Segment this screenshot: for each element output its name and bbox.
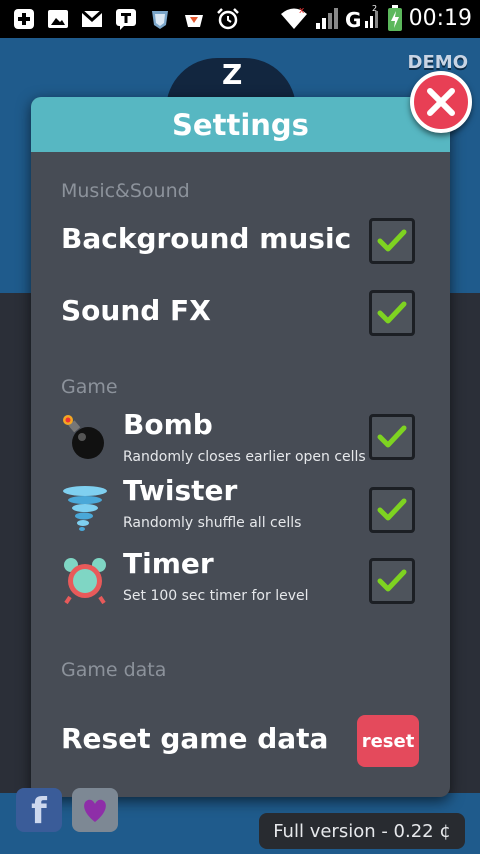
wifi-icon: x bbox=[280, 6, 307, 29]
twister-icon bbox=[63, 486, 107, 531]
alarm-clock-icon bbox=[64, 558, 106, 605]
mascot-sleep-letter: Z bbox=[222, 58, 243, 91]
sound-fx-checkbox[interactable] bbox=[369, 290, 415, 336]
bomb-checkbox[interactable] bbox=[369, 414, 415, 460]
bomb-title: Bomb bbox=[123, 408, 213, 441]
talk-icon bbox=[116, 9, 136, 30]
status-bar: x G2 00:19 bbox=[0, 0, 480, 38]
background-music-checkbox[interactable] bbox=[369, 218, 415, 264]
bomb-icon bbox=[63, 415, 104, 459]
gallery-icon bbox=[48, 10, 68, 28]
gmail-icon bbox=[80, 9, 104, 27]
signal-icon bbox=[315, 8, 338, 29]
section-music-sound: Music&Sound bbox=[61, 180, 190, 202]
signal-g-icon: G2 bbox=[345, 5, 378, 31]
twister-checkbox[interactable] bbox=[369, 487, 415, 533]
timer-checkbox[interactable] bbox=[369, 558, 415, 604]
dialog-title: Settings bbox=[172, 107, 309, 142]
sound-fx-label: Sound FX bbox=[61, 294, 211, 327]
svg-text:x: x bbox=[299, 6, 305, 16]
svg-text:G: G bbox=[345, 8, 361, 31]
notification-plus-icon bbox=[14, 9, 34, 29]
twister-description: Randomly shuffle all cells bbox=[123, 515, 302, 531]
bomb-description: Randomly closes earlier open cells bbox=[123, 449, 366, 465]
section-game: Game bbox=[61, 376, 118, 398]
game-icon bbox=[185, 15, 203, 27]
favorite-button[interactable] bbox=[72, 788, 118, 832]
heart-icon bbox=[84, 799, 106, 822]
status-right: x G2 00:19 bbox=[279, 4, 472, 32]
checkmark-icon bbox=[377, 498, 407, 521]
timer-title: Timer bbox=[123, 547, 214, 580]
background-music-label: Background music bbox=[61, 222, 352, 255]
close-button[interactable] bbox=[410, 71, 472, 133]
shield-icon bbox=[152, 11, 168, 29]
svg-text:2: 2 bbox=[372, 5, 377, 13]
checkmark-icon bbox=[377, 229, 407, 252]
notification-icons bbox=[12, 7, 240, 31]
section-game-data: Game data bbox=[61, 659, 167, 681]
checkmark-icon bbox=[377, 569, 407, 592]
battery-icon bbox=[387, 5, 402, 31]
reset-game-data-label: Reset game data bbox=[61, 722, 329, 755]
close-icon bbox=[427, 88, 455, 116]
facebook-button[interactable]: f bbox=[16, 788, 62, 832]
twister-title: Twister bbox=[123, 474, 238, 507]
clock-time: 00:19 bbox=[408, 5, 472, 31]
checkmark-icon bbox=[377, 301, 407, 324]
full-version-button[interactable]: Full version - 0.22 ¢ bbox=[259, 813, 465, 849]
timer-description: Set 100 sec timer for level bbox=[123, 588, 309, 604]
dialog-header: Settings bbox=[31, 97, 450, 152]
alarm-icon bbox=[217, 8, 239, 30]
facebook-icon: f bbox=[31, 791, 47, 832]
reset-button[interactable]: reset bbox=[357, 715, 419, 767]
demo-badge: DEMO bbox=[407, 52, 468, 73]
checkmark-icon bbox=[377, 425, 407, 448]
